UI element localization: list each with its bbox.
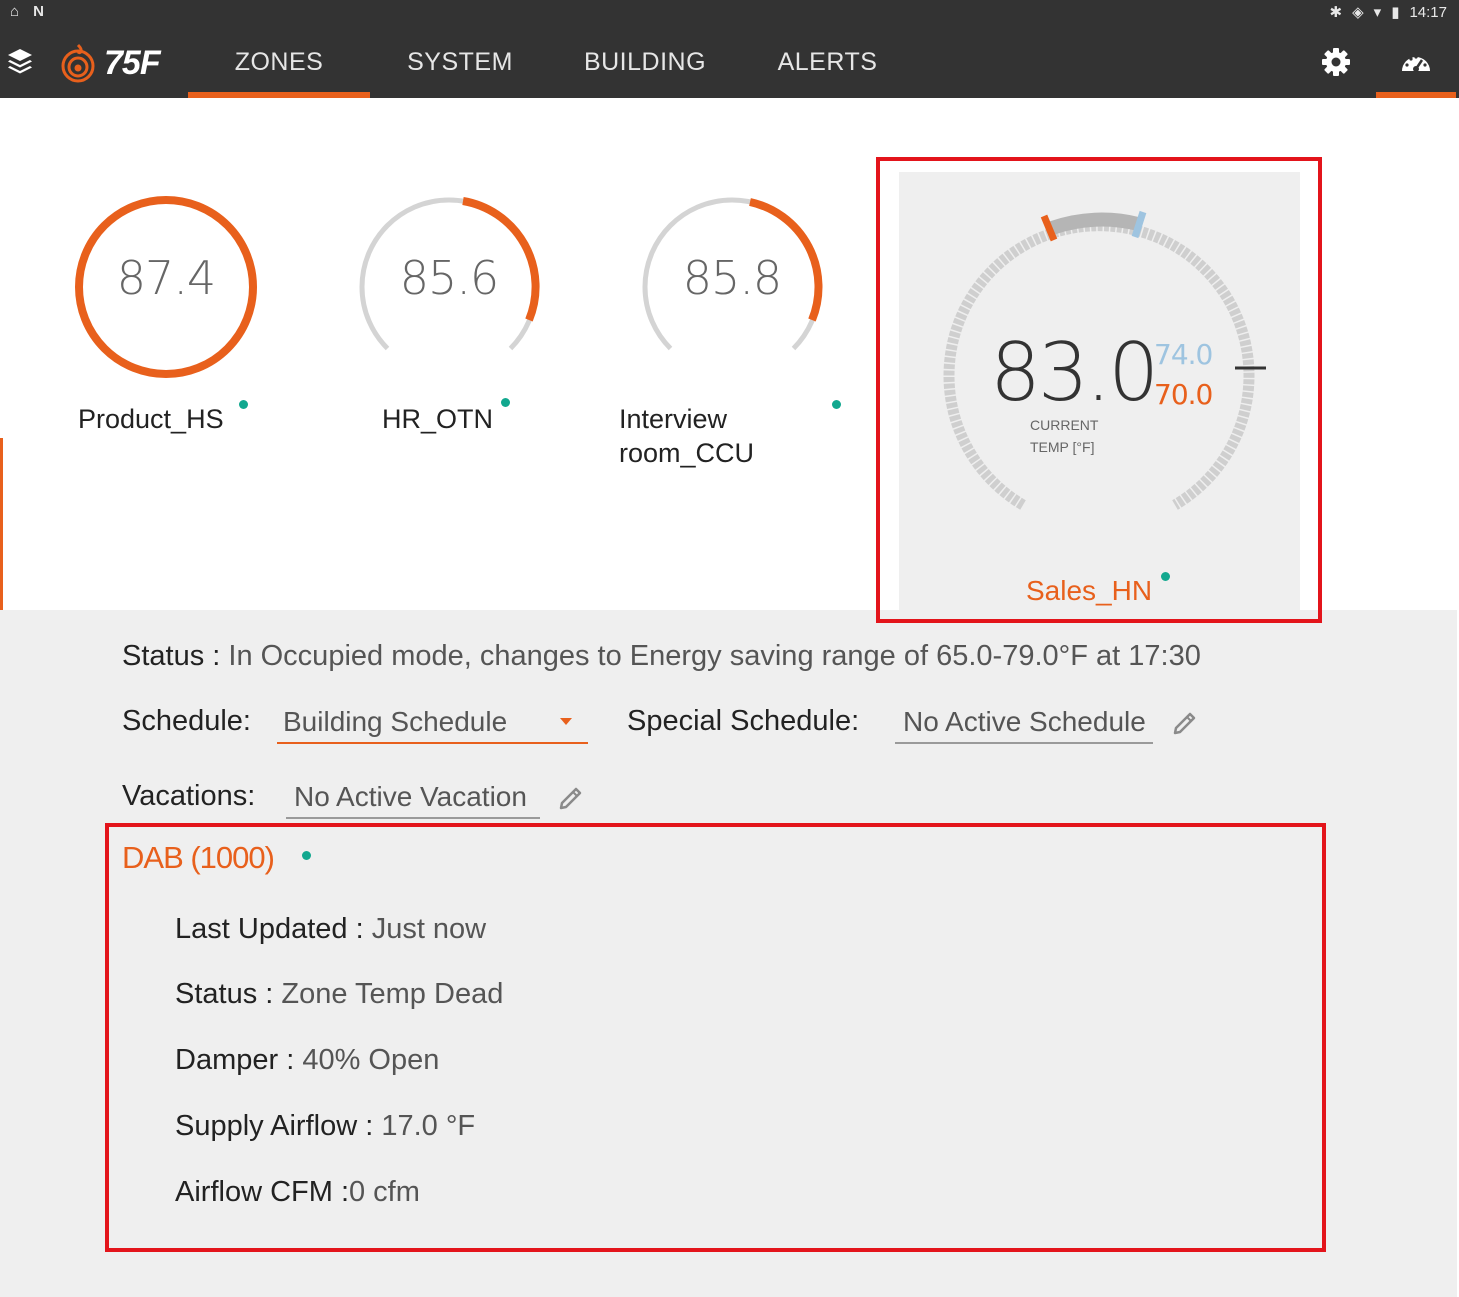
dashboard-tab[interactable] [1376,26,1456,98]
zone-name: Interview room_CCU [619,404,755,468]
zone-name: Product_HS [78,404,224,434]
android-status-bar: ⌂ N ✱ ◈ ▾ ▮ 14:17 [0,0,1459,26]
heating-setpoint: 70.0 [1154,378,1213,411]
tab-system[interactable]: SYSTEM [395,26,525,98]
home-notification-icon: ⌂ [10,3,20,20]
clock: 14:17 [1409,3,1447,21]
damper-value: 40% Open [302,1044,440,1076]
current-temp-value: 83.0 [990,326,1159,419]
supply-airflow-row: Supply Airflow : 17.0 °F [175,1110,475,1143]
status-label: Status : [122,640,221,672]
online-status-dot [501,398,510,407]
last-updated-row: Last Updated : Just now [175,913,486,946]
edit-vacations-pencil-icon[interactable] [556,781,586,811]
last-updated-label: Last Updated : [175,913,372,945]
last-updated-value: Just now [371,913,487,945]
special-schedule-label: Special Schedule: [627,705,860,737]
online-status-dot [1161,572,1170,581]
tab-zones[interactable]: ZONES [188,26,370,98]
special-schedule-field[interactable]: No Active Schedule [895,700,1153,744]
n-notification-icon: N [33,3,44,20]
wifi-icon: ▾ [1373,4,1382,21]
tab-building[interactable]: BUILDING [570,26,720,98]
schedule-label: Schedule: [122,705,251,737]
current-temp-label: CURRENT TEMP [°F] [1030,414,1120,458]
layers-menu-icon[interactable] [6,46,34,76]
zone-name: HR_OTN [382,404,494,434]
status-value: In Occupied mode, changes to Energy savi… [220,640,1201,672]
airflow-cfm-label: Airflow CFM : [175,1176,349,1208]
equipment-title: DAB (1000) [122,840,275,875]
settings-gear-icon[interactable] [1320,46,1352,78]
online-status-dot [832,400,841,409]
battery-icon: ▮ [1391,4,1400,21]
selected-zone-name: Sales_HN [1026,575,1153,606]
flame-logo-icon [61,43,95,83]
schedule-dropdown-value: Building Schedule [283,706,508,737]
dropdown-caret-icon [560,718,572,725]
equipment-status-label: Status : [175,978,282,1010]
vacations-field[interactable]: No Active Vacation [286,775,540,819]
zone-temp-value: 87.4 [116,251,216,305]
zone-status-row: Status : In Occupied mode, changes to En… [122,640,1201,673]
bluetooth-icon: ✱ [1329,4,1343,21]
app-bar: 75F ZONES SYSTEM BUILDING ALERTS [0,26,1459,98]
online-status-dot [239,400,248,409]
current-label: CURRENT [1030,417,1099,433]
equipment-status-row: Status : Zone Temp Dead [175,978,503,1011]
supply-airflow-label: Supply Airflow : [175,1110,382,1142]
temp-unit-label: TEMP [°F] [1030,439,1095,455]
supply-airflow-value: 17.0 °F [381,1110,476,1142]
zone-temp-value: 85.6 [399,251,499,305]
cooling-setpoint: 74.0 [1154,338,1213,371]
vibrate-icon: ◈ [1352,4,1364,21]
tab-alerts[interactable]: ALERTS [770,26,885,98]
logo-text: 75F [104,43,161,82]
75f-logo: 75F [58,42,161,84]
vacations-label: Vacations: [122,780,256,812]
schedule-dropdown[interactable]: Building Schedule [277,700,588,744]
zone-temp-value: 85.8 [682,251,782,305]
airflow-cfm-value: 0 cfm [349,1176,420,1208]
airflow-cfm-row: Airflow CFM :0 cfm [175,1176,420,1209]
damper-label: Damper : [175,1044,303,1076]
dashboard-gauge-icon [1402,55,1430,72]
online-status-dot [302,851,311,860]
damper-row: Damper : 40% Open [175,1044,439,1077]
edit-special-schedule-pencil-icon[interactable] [1170,706,1200,736]
equipment-status-value: Zone Temp Dead [281,978,504,1010]
left-scroll-accent [0,438,3,610]
